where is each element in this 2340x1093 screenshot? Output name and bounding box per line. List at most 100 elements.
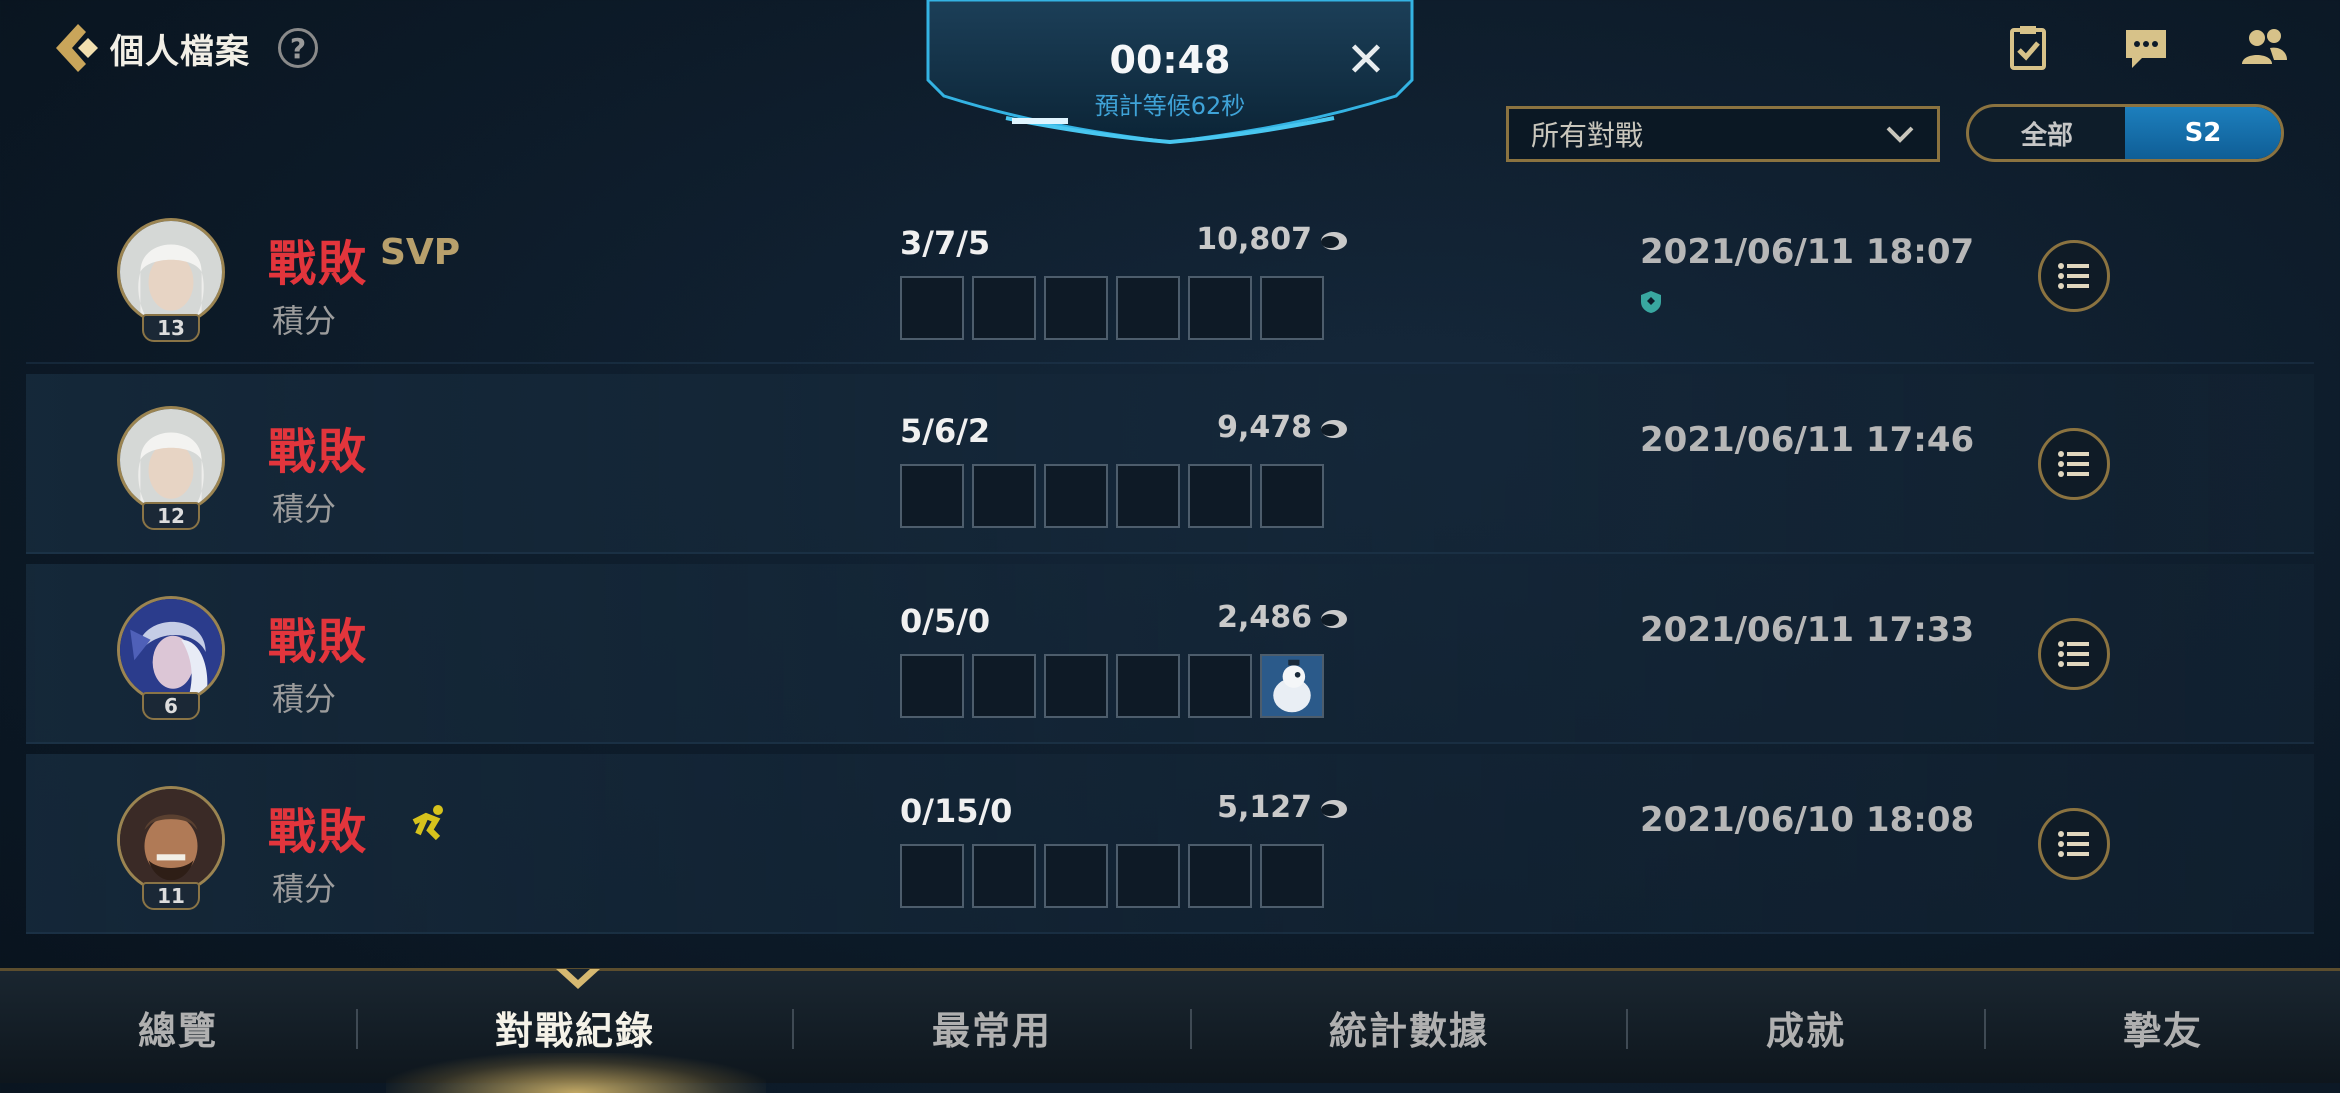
match-filter-value: 所有對戰 <box>1531 119 1644 152</box>
match-datetime: 2021/06/11 17:46 <box>1640 420 1975 460</box>
matchmaking-queue-panel: 00:48 預計等候62秒 ✕ <box>926 0 1414 146</box>
hero-level: 13 <box>142 314 200 342</box>
help-icon[interactable]: ? <box>278 28 318 68</box>
coin-icon <box>1321 609 1347 628</box>
match-mode: 積分 <box>272 870 337 908</box>
season-toggle[interactable]: 全部 S2 <box>1966 104 2284 162</box>
item-slot[interactable] <box>1044 844 1108 908</box>
match-result: 戰敗 <box>268 424 369 480</box>
gold-amount: 10,807 <box>1138 222 1348 257</box>
item-slot[interactable] <box>900 844 964 908</box>
item-slot[interactable] <box>1188 844 1252 908</box>
item-slot[interactable] <box>1260 464 1324 528</box>
match-mode: 積分 <box>272 490 337 528</box>
item-slot[interactable] <box>1116 654 1180 718</box>
list-icon <box>2058 831 2089 857</box>
chevron-down-icon <box>1886 126 1914 143</box>
item-slot[interactable] <box>1116 844 1180 908</box>
item-slot[interactable] <box>1260 654 1324 718</box>
kda: 3/7/5 <box>900 224 991 262</box>
item-slot[interactable] <box>1044 276 1108 340</box>
match-datetime: 2021/06/10 18:08 <box>1640 800 1975 840</box>
list-icon <box>2058 263 2089 289</box>
match-detail-button[interactable] <box>2038 428 2110 500</box>
queue-timer: 00:48 <box>1109 38 1231 82</box>
hero-avatar: 11 <box>114 786 228 910</box>
match-detail-button[interactable] <box>2038 618 2110 690</box>
item-slot[interactable] <box>1188 654 1252 718</box>
coin-icon <box>1321 231 1347 250</box>
item-slot[interactable] <box>1260 276 1324 340</box>
item-slots <box>900 654 1324 718</box>
shield-icon <box>1641 291 1661 313</box>
tab-match-history[interactable]: 對戰紀錄 <box>358 971 792 1083</box>
back-button[interactable]: 個人檔案 ? <box>48 18 318 78</box>
tab-best-friends[interactable]: 摯友 <box>1986 971 2340 1083</box>
gold-value: 10,807 <box>1196 222 1312 257</box>
match-filter-dropdown[interactable]: 所有對戰 <box>1506 106 1940 162</box>
item-slot[interactable] <box>972 844 1036 908</box>
match-row[interactable]: 13 戰敗 SVP 積分 3/7/5 10,807 2021/06/11 18:… <box>26 186 2314 364</box>
item-slots <box>900 844 1324 908</box>
item-slot[interactable] <box>972 276 1036 340</box>
item-slot[interactable] <box>1044 464 1108 528</box>
gold-amount: 5,127 <box>1138 790 1348 825</box>
coin-icon <box>1321 799 1347 818</box>
item-slot[interactable] <box>1260 844 1324 908</box>
match-datetime: 2021/06/11 18:07 <box>1640 232 1975 272</box>
match-detail-button[interactable] <box>2038 240 2110 312</box>
tab-achievements[interactable]: 成就 <box>1628 971 1984 1083</box>
hero-level: 11 <box>142 882 200 910</box>
item-slot[interactable] <box>972 654 1036 718</box>
item-slot[interactable] <box>1116 464 1180 528</box>
tab-overview[interactable]: 總覽 <box>0 971 356 1083</box>
item-slot[interactable] <box>972 464 1036 528</box>
match-result: 戰敗 <box>268 804 369 860</box>
running-figure-icon <box>412 805 443 841</box>
hero-avatar: 12 <box>114 406 228 530</box>
item-slot[interactable] <box>900 276 964 340</box>
hero-portrait-icon <box>120 599 222 701</box>
item-slot[interactable] <box>1188 276 1252 340</box>
tab-statistics[interactable]: 統計數據 <box>1192 971 1626 1083</box>
hero-level: 6 <box>142 692 200 720</box>
item-slots <box>900 464 1324 528</box>
item-slot[interactable] <box>1188 464 1252 528</box>
item-slot[interactable] <box>900 464 964 528</box>
equipped-item-icon <box>1262 656 1322 716</box>
kda: 5/6/2 <box>900 412 991 450</box>
item-slot[interactable] <box>1116 276 1180 340</box>
match-result: 戰敗 <box>268 236 369 292</box>
match-row[interactable]: 12 戰敗 積分 5/6/2 9,478 2021/06/11 17:46 <box>26 374 2314 554</box>
hero-level: 12 <box>142 502 200 530</box>
season-option-all[interactable]: 全部 <box>1969 107 2125 159</box>
gold-value: 9,478 <box>1217 410 1312 445</box>
hero-avatar: 13 <box>114 218 228 342</box>
page-title: 個人檔案 <box>110 31 250 72</box>
hero-portrait-icon <box>120 789 222 891</box>
match-history-list: 13 戰敗 SVP 積分 3/7/5 10,807 2021/06/11 18:… <box>26 188 2314 944</box>
match-mode: 積分 <box>272 302 337 340</box>
tab-most-used[interactable]: 最常用 <box>794 971 1190 1083</box>
season-option-s2[interactable]: S2 <box>2125 107 2281 159</box>
item-slot[interactable] <box>1044 654 1108 718</box>
hero-portrait-icon <box>120 221 222 323</box>
match-result: 戰敗 <box>268 614 369 670</box>
chat-icon[interactable] <box>2122 26 2170 70</box>
match-detail-button[interactable] <box>2038 808 2110 880</box>
bottom-nav: 總覽 對戰紀錄 最常用 統計數據 成就 摯友 <box>0 968 2340 1093</box>
match-row[interactable]: 11 戰敗 積分 0/15/0 5,127 2021/06/10 18:08 <box>26 754 2314 934</box>
match-row[interactable]: 6 戰敗 積分 0/5/0 2,486 2021/06/11 17:33 <box>26 564 2314 744</box>
close-queue-button[interactable]: ✕ <box>1344 36 1388 84</box>
list-icon <box>2058 641 2089 667</box>
coin-icon <box>1321 419 1347 438</box>
svp-badge: SVP <box>380 232 461 273</box>
item-slot[interactable] <box>900 654 964 718</box>
kda: 0/15/0 <box>900 792 1013 830</box>
clipboard-check-icon[interactable] <box>2004 26 2052 70</box>
hero-portrait-icon <box>120 409 222 511</box>
gold-amount: 2,486 <box>1138 600 1348 635</box>
hero-avatar: 6 <box>114 596 228 720</box>
friends-icon[interactable] <box>2240 26 2288 70</box>
back-arrow-icon <box>56 24 98 72</box>
